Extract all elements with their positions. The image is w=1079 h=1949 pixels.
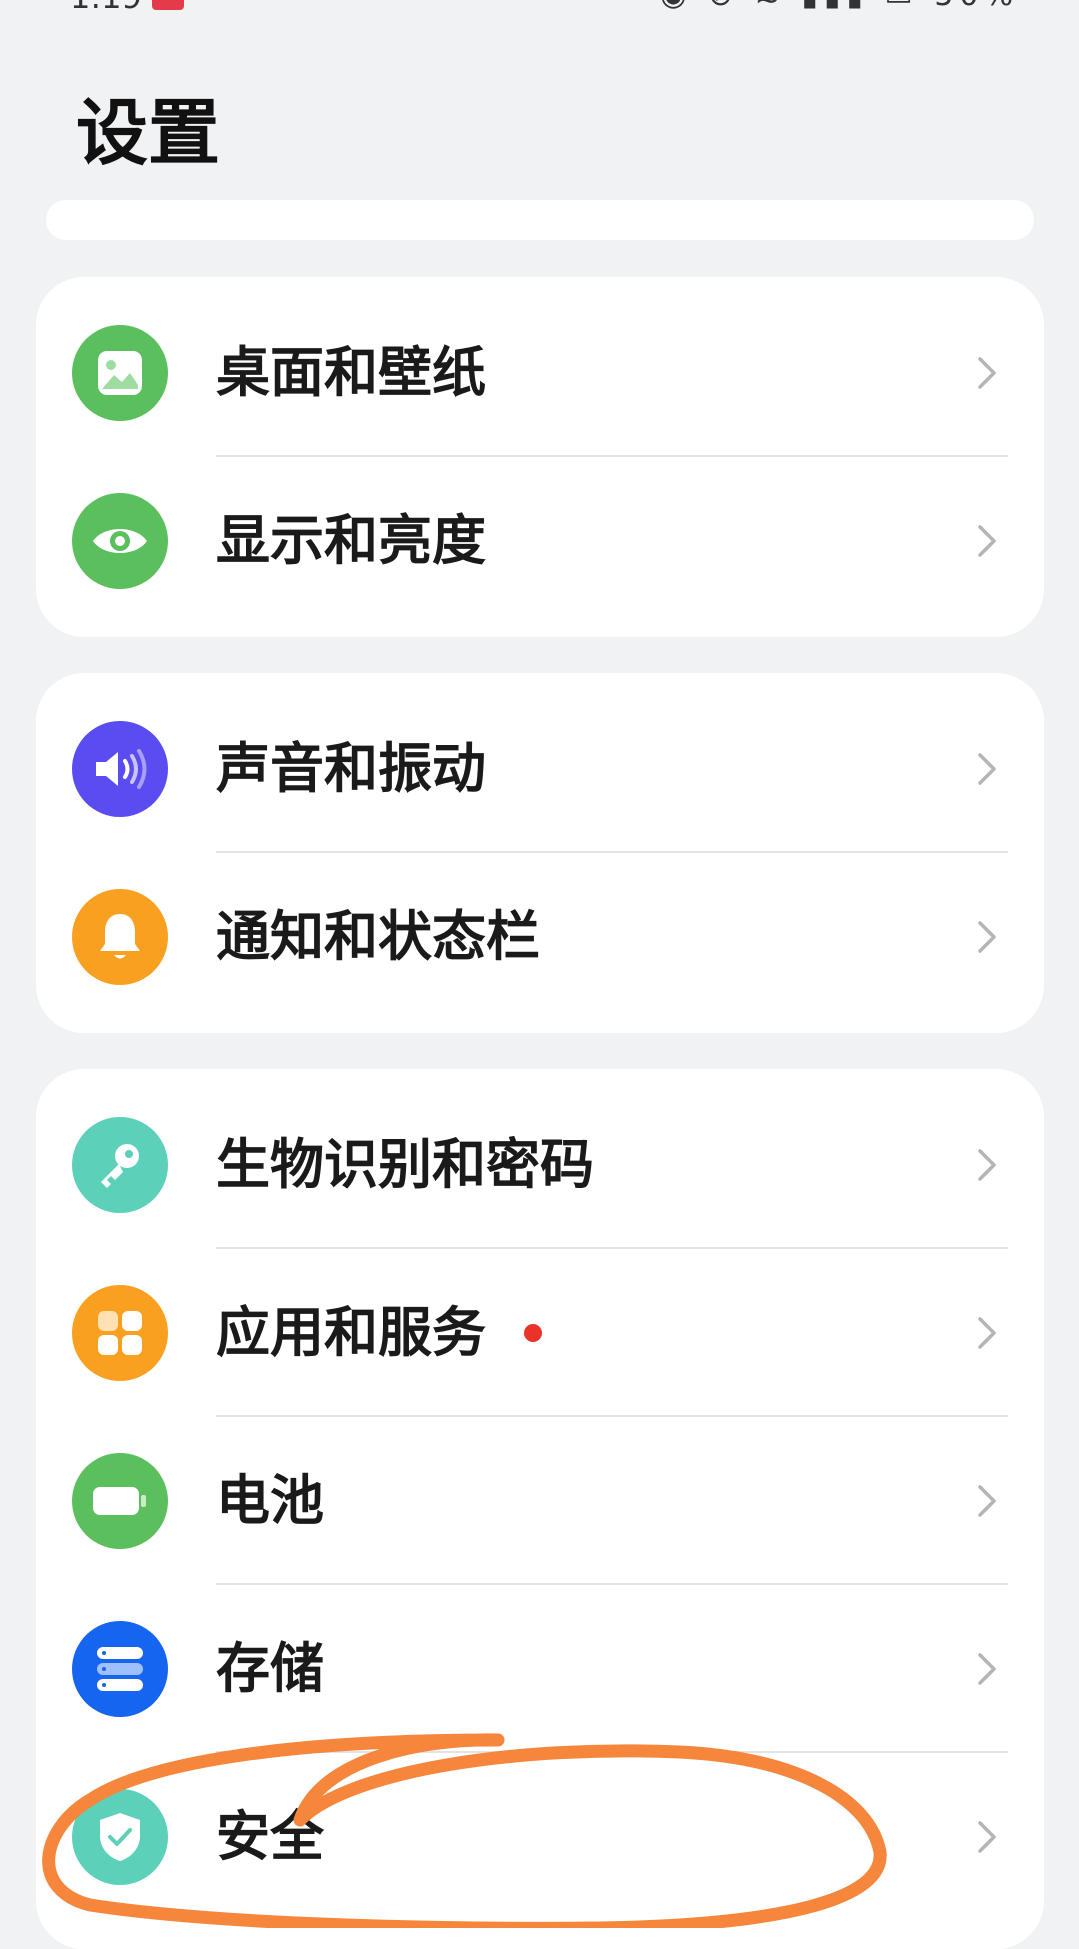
settings-item-storage[interactable]: 存储: [36, 1585, 1044, 1753]
settings-item-wallpaper[interactable]: 桌面和壁纸: [36, 289, 1044, 457]
chevron-right-icon: [978, 1485, 996, 1517]
status-icons: ◉ ⊘ ≋ ▮▮▮ ▭ 50%: [660, 0, 1019, 13]
status-time: 1:19: [70, 0, 142, 16]
update-badge: [524, 1324, 542, 1342]
chevron-right-icon: [978, 357, 996, 389]
wallpaper-icon: [72, 325, 168, 421]
settings-group-display: 桌面和壁纸 显示和亮度: [36, 277, 1044, 637]
settings-item-battery[interactable]: 电池: [36, 1417, 1044, 1585]
chevron-right-icon: [978, 1653, 996, 1685]
chevron-right-icon: [978, 525, 996, 557]
storage-icon: [72, 1621, 168, 1717]
battery-icon: [72, 1453, 168, 1549]
search-bar[interactable]: [46, 200, 1034, 240]
settings-item-label: 通知和状态栏: [216, 905, 540, 968]
settings-group-sound: 声音和振动 通知和状态栏: [36, 673, 1044, 1033]
notification-badge-icon: [152, 0, 184, 10]
page-title: 设置: [76, 91, 221, 175]
settings-item-security[interactable]: 安全: [36, 1753, 1044, 1921]
settings-item-label: 声音和振动: [216, 737, 486, 800]
battery-percent: 50%: [934, 0, 1019, 13]
settings-item-sound[interactable]: 声音和振动: [36, 685, 1044, 853]
settings-item-label: 桌面和壁纸: [216, 341, 486, 404]
chevron-right-icon: [978, 1821, 996, 1853]
chevron-right-icon: [978, 1317, 996, 1349]
apps-icon: [72, 1285, 168, 1381]
settings-item-label: 存储: [216, 1637, 324, 1700]
speaker-icon: [72, 721, 168, 817]
settings-item-label: 安全: [216, 1805, 324, 1868]
chevron-right-icon: [978, 1149, 996, 1181]
settings-item-notifications[interactable]: 通知和状态栏: [36, 853, 1044, 1021]
settings-item-label: 生物识别和密码: [216, 1133, 594, 1196]
eye-icon: [72, 493, 168, 589]
shield-icon: [72, 1789, 168, 1885]
settings-item-apps[interactable]: 应用和服务: [36, 1249, 1044, 1417]
key-icon: [72, 1117, 168, 1213]
chevron-right-icon: [978, 753, 996, 785]
settings-item-label: 电池: [216, 1469, 324, 1532]
settings-item-label: 应用和服务: [216, 1301, 486, 1364]
bell-icon: [72, 889, 168, 985]
settings-item-biometrics[interactable]: 生物识别和密码: [36, 1081, 1044, 1249]
settings-item-label: 显示和亮度: [216, 509, 486, 572]
settings-group-system: 生物识别和密码 应用和服务 电池 存储 安全: [36, 1069, 1044, 1949]
chevron-right-icon: [978, 921, 996, 953]
status-bar: 1:19 ◉ ⊘ ≋ ▮▮▮ ▭ 50%: [0, 0, 1079, 16]
settings-item-display[interactable]: 显示和亮度: [36, 457, 1044, 625]
